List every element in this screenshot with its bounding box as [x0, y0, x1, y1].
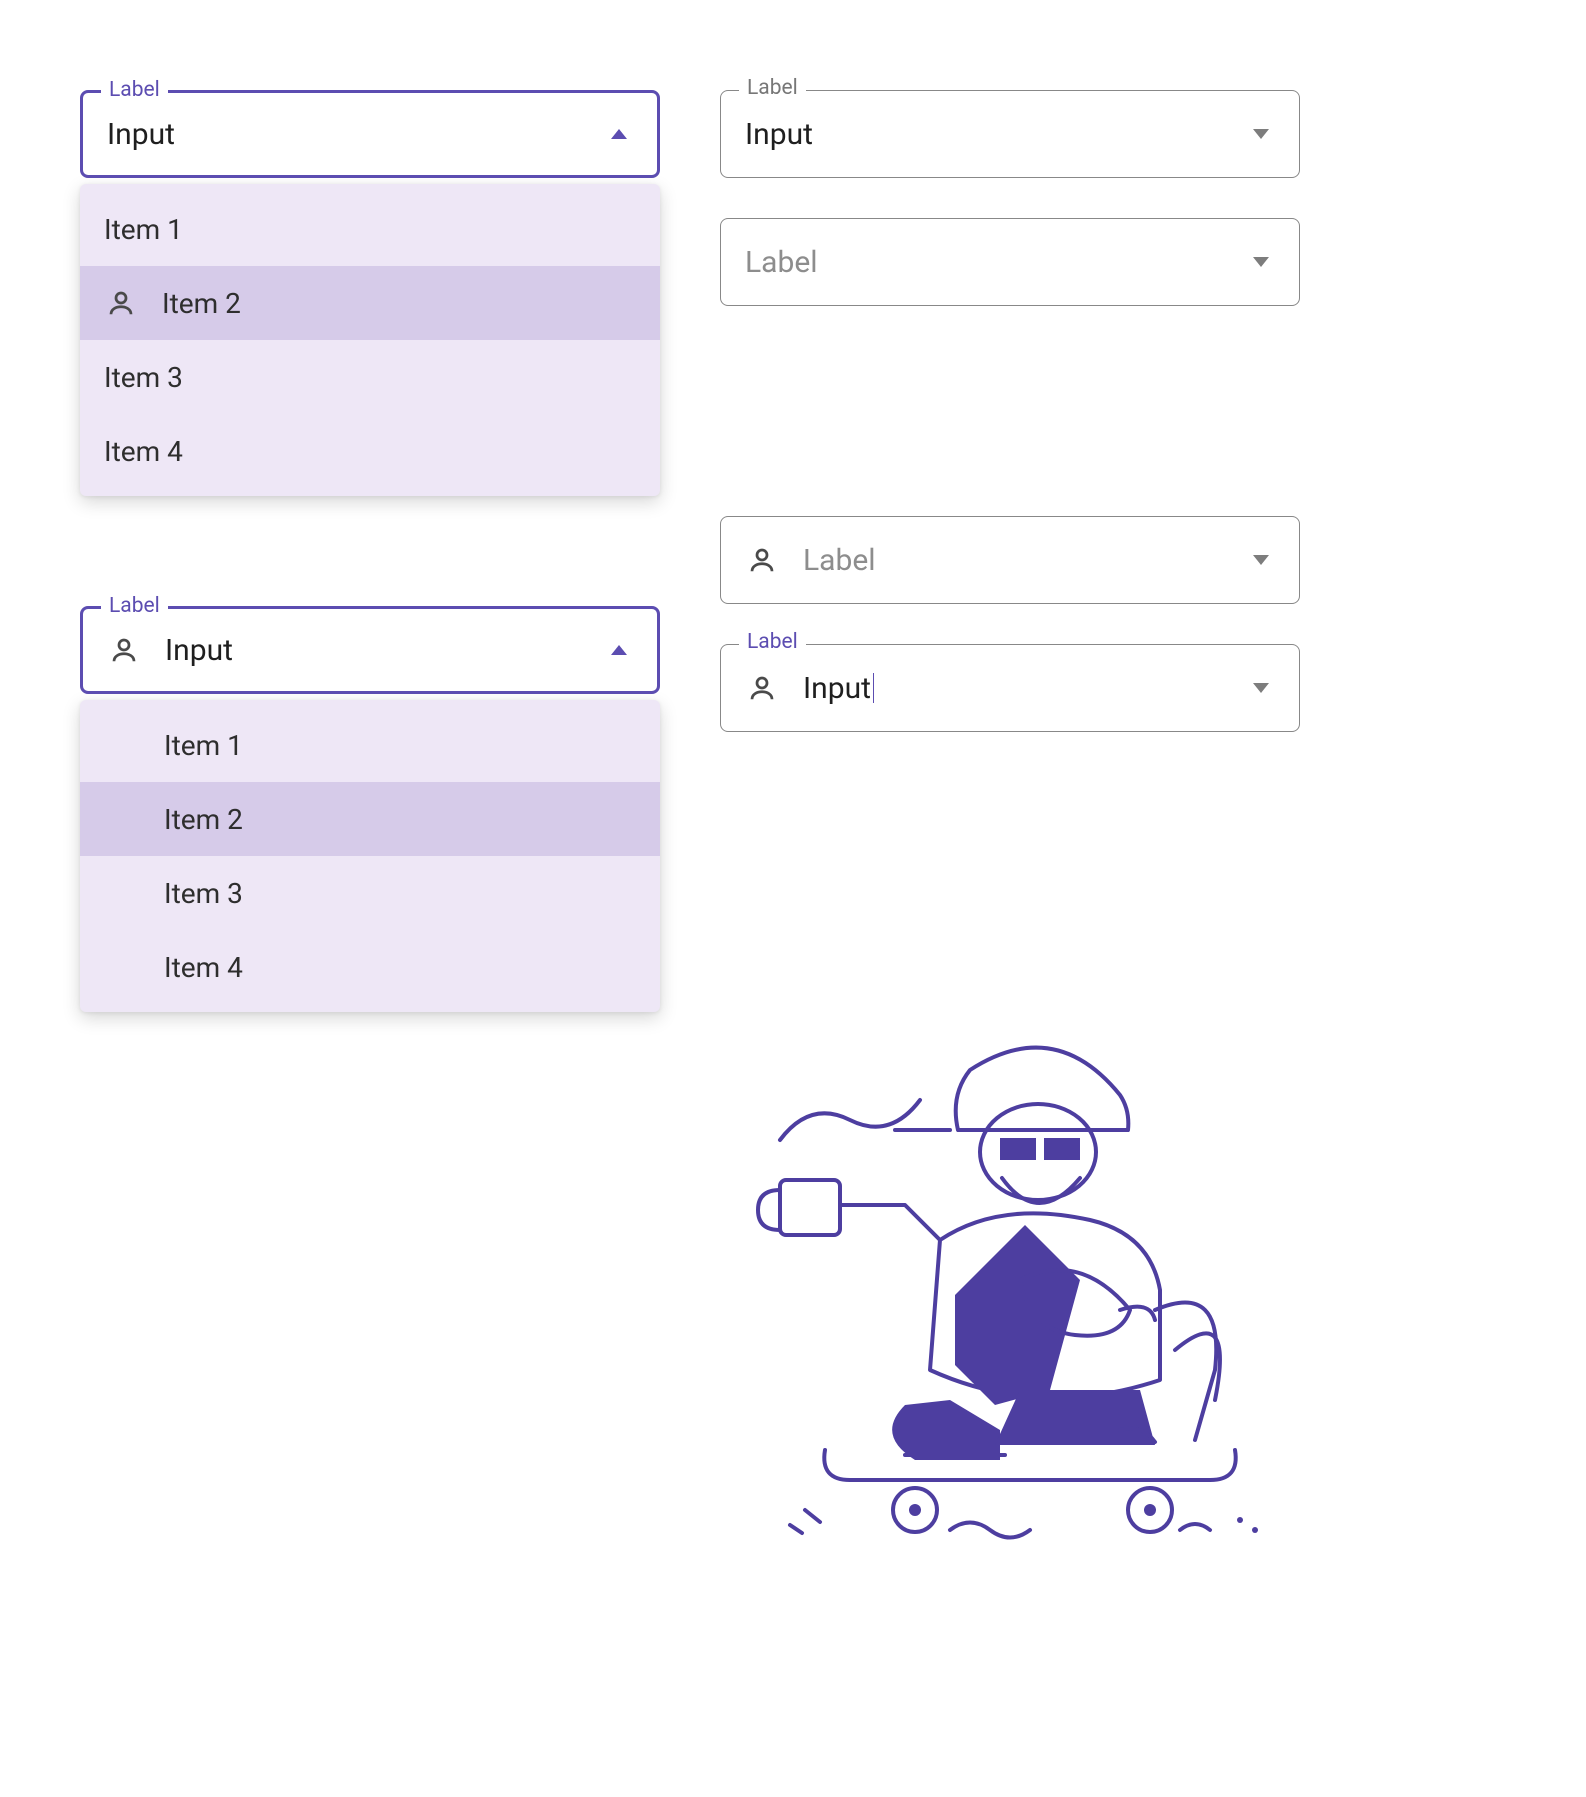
menu-item-label: Item 1 — [104, 213, 183, 246]
chevron-down-icon — [1247, 674, 1275, 702]
dropdown-menu: Item 1 Item 2 Item 3 Item 4 — [80, 700, 660, 1012]
chevron-down-icon — [1247, 120, 1275, 148]
skateboard-illustration — [720, 1010, 1280, 1554]
select-open-1: Label Input Item 1 Item 2 Item 3 — [80, 90, 660, 496]
field-value: Input — [107, 117, 605, 152]
menu-item[interactable]: Item 1 — [80, 192, 660, 266]
person-icon — [745, 671, 779, 705]
field-value: Input — [803, 671, 1247, 706]
menu-item[interactable]: Item 4 — [80, 930, 660, 1004]
chevron-up-icon — [605, 120, 633, 148]
chevron-down-icon — [1247, 248, 1275, 276]
menu-item-label: Item 2 — [162, 287, 241, 320]
field-value: Input — [165, 633, 605, 668]
person-icon — [107, 633, 141, 667]
menu-item-label: Item 1 — [164, 729, 243, 762]
menu-item-label: Item 4 — [164, 951, 243, 984]
menu-item[interactable]: Item 1 — [80, 708, 660, 782]
person-icon — [104, 286, 138, 320]
select-closed-icon[interactable]: Label Input — [720, 644, 1300, 732]
select-closed-1[interactable]: Label Input — [720, 90, 1300, 178]
menu-item[interactable]: Item 2 — [80, 782, 660, 856]
menu-item-label: Item 4 — [104, 435, 183, 468]
menu-item-label: Item 3 — [164, 877, 243, 910]
menu-item[interactable]: Item 4 — [80, 414, 660, 488]
person-icon — [745, 543, 779, 577]
select-field[interactable]: Label Input — [80, 606, 660, 694]
field-label: Label — [739, 632, 806, 653]
field-placeholder: Label — [745, 245, 1247, 280]
field-label: Label — [101, 596, 168, 617]
field-value: Input — [745, 117, 1247, 152]
chevron-up-icon — [605, 636, 633, 664]
field-placeholder: Label — [803, 543, 1247, 578]
menu-item-label: Item 2 — [164, 803, 243, 836]
menu-item[interactable]: Item 3 — [80, 340, 660, 414]
select-placeholder-1[interactable]: Label — [720, 218, 1300, 306]
select-placeholder-icon[interactable]: Label — [720, 516, 1300, 604]
chevron-down-icon — [1247, 546, 1275, 574]
menu-item[interactable]: Item 3 — [80, 856, 660, 930]
select-open-2: Label Input Item 1 Item 2 Item 3 — [80, 606, 660, 1012]
field-label: Label — [739, 78, 806, 99]
menu-item[interactable]: Item 2 — [80, 266, 660, 340]
select-field[interactable]: Label Input — [80, 90, 660, 178]
dropdown-menu: Item 1 Item 2 Item 3 Item 4 — [80, 184, 660, 496]
field-label: Label — [101, 80, 168, 101]
menu-item-label: Item 3 — [104, 361, 183, 394]
